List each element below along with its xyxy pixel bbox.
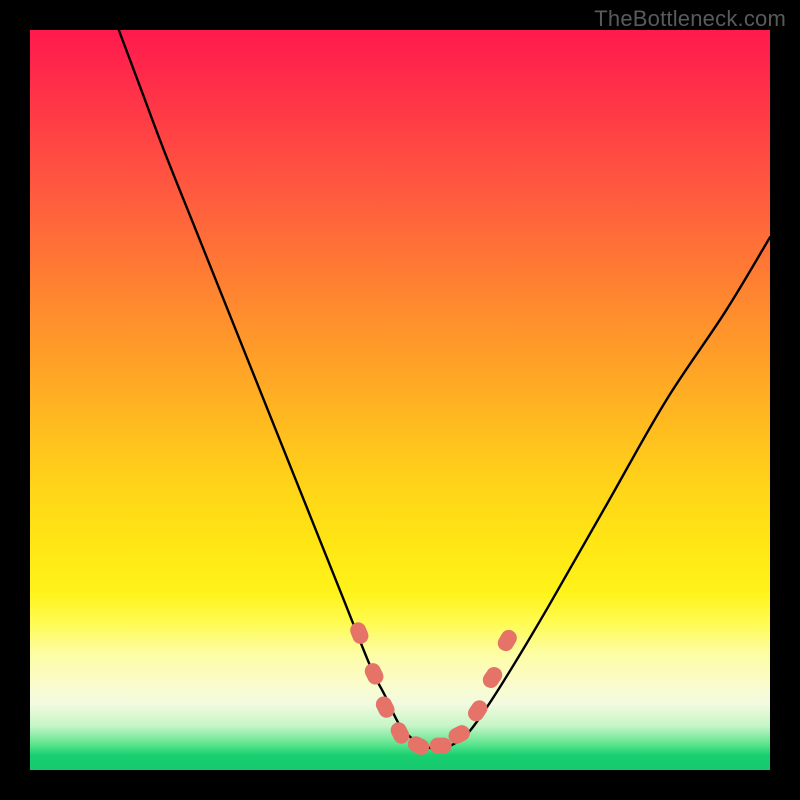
marker-group — [348, 620, 520, 758]
curve-marker — [348, 620, 371, 646]
watermark-text: TheBottleneck.com — [594, 6, 786, 32]
curve-marker — [430, 738, 452, 754]
curve-marker — [480, 664, 506, 691]
curve-marker — [465, 697, 491, 724]
bottleneck-curve — [119, 30, 770, 749]
curve-svg — [30, 30, 770, 770]
curve-marker — [362, 660, 386, 687]
chart-frame: TheBottleneck.com — [0, 0, 800, 800]
plot-area — [30, 30, 770, 770]
curve-marker — [495, 627, 520, 654]
